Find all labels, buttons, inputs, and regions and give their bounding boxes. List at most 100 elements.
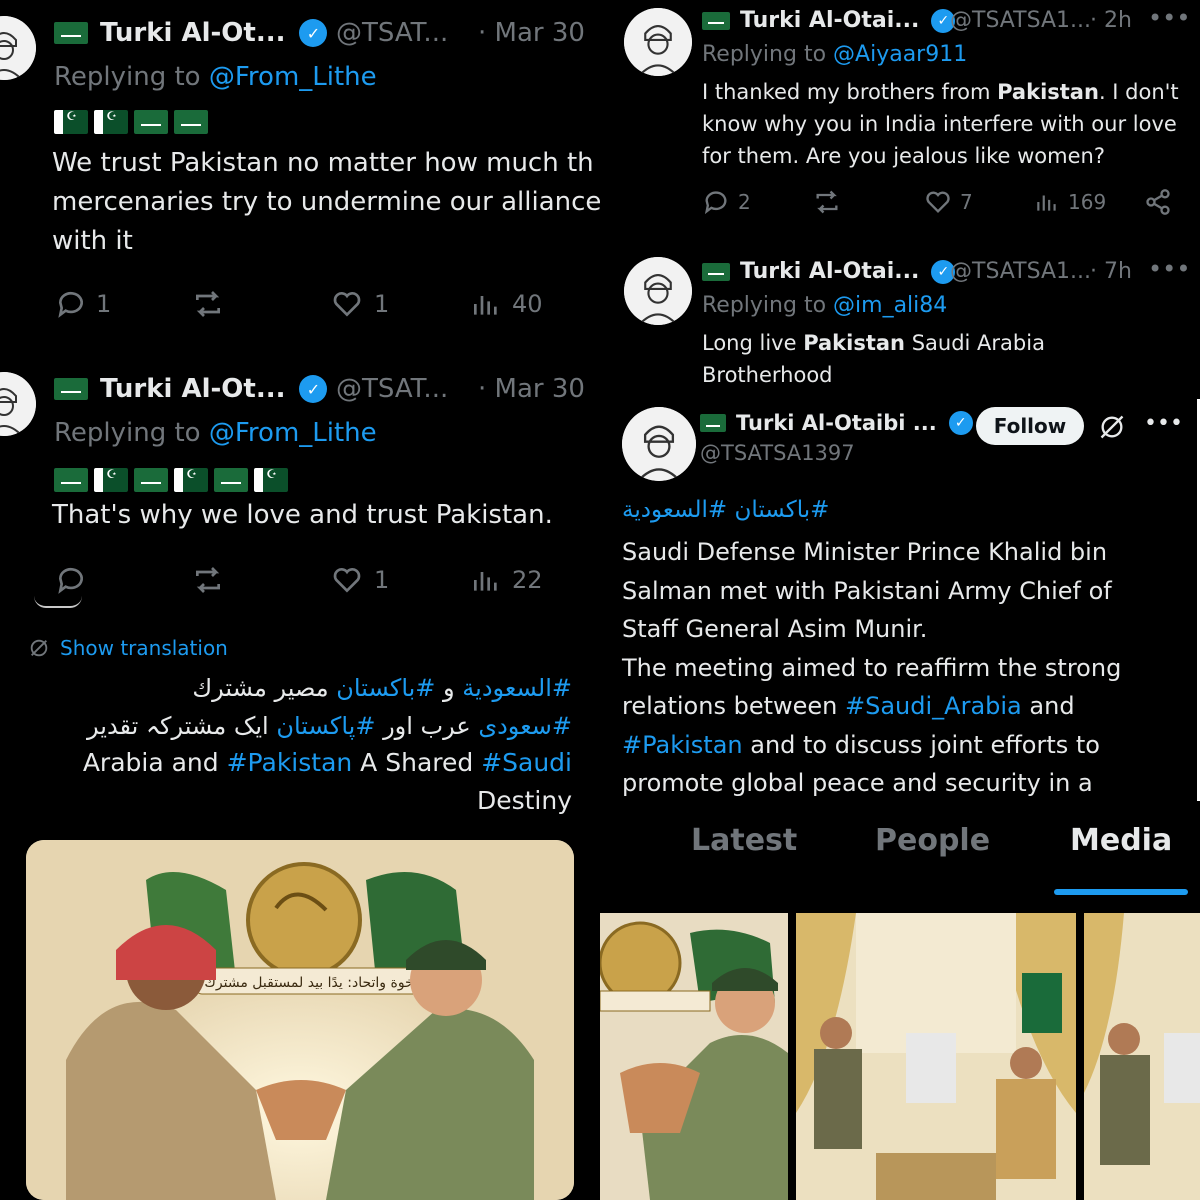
divider-curve [34,596,82,608]
media-thumb-2[interactable] [796,913,1076,1200]
replying-to: Replying to @im_ali84 [702,293,948,318]
saudi-flag-icon [700,414,726,432]
replying-to: Replying to @Aiyaar911 [702,42,968,67]
avatar[interactable] [624,8,692,76]
english-line-3: Arabia and #Pakistan A Shared #Saudi [82,748,572,777]
media-thumb-1[interactable] [600,913,788,1200]
handshake-illustration: أخوة واتحاد: يدًا بيد لمستقبل مشترك [26,840,574,1200]
reply-icon [58,291,83,318]
pakistan-flag-icon [94,468,128,492]
urdu-line-2: #سعودی عرب اور #پاکستان ایک مشترکہ تقدیر [87,712,572,740]
tab-latest[interactable]: Latest [691,823,797,858]
avatar[interactable] [624,257,692,325]
reply-button[interactable] [54,564,88,596]
author-handle: @TSAT... [336,18,449,48]
tweet-text: That's why we love and trust Pakistan. [52,500,553,530]
share-button[interactable] [1144,188,1172,216]
meeting-photo-thumbnail [1084,913,1200,1200]
tweet-card-4[interactable]: Turki Al-Otai... ✓ @TSATSA1... · 7h ••• … [604,241,1200,399]
replying-to-link[interactable]: @Aiyaar911 [833,42,967,67]
views-button[interactable]: 40 [470,288,543,320]
repost-button[interactable] [812,188,842,216]
saudi-flag-icon [214,468,248,492]
more-options-icon[interactable]: ••• [1144,411,1183,436]
heart-icon [333,568,361,593]
tweet-time[interactable]: · Mar 30 [478,18,585,48]
active-tab-indicator [1054,889,1188,895]
replying-to: Replying to @From_Lithe [54,418,377,448]
saudi-flag-icon [134,468,168,492]
replying-to-link[interactable]: @From_Lithe [209,418,377,448]
pakistan-flag-icon [54,110,88,134]
show-translation-link[interactable]: Show translation [28,636,228,660]
avatar[interactable] [622,407,696,481]
avatar[interactable] [0,372,36,436]
heart-icon [333,292,361,317]
meeting-photo-thumbnail [796,913,1076,1200]
tweet-time[interactable]: · Mar 30 [478,374,585,404]
tab-people[interactable]: People [875,823,990,858]
reply-icon [58,567,83,594]
avatar[interactable] [0,16,36,80]
media-thumb-3[interactable] [1084,913,1200,1200]
saudi-flag-icon [134,110,168,134]
replying-to: Replying to @From_Lithe [54,62,377,92]
tweet-text: I thanked my brothers from Pakistan. I d… [702,80,1179,168]
reply-button[interactable]: 1 [54,288,111,320]
tweet-image-handshake[interactable]: أخوة واتحاد: يدًا بيد لمستقبل مشترك [26,840,574,1200]
repost-icon [196,291,220,317]
repost-icon [816,190,838,214]
flag-emojis [54,468,288,492]
author-handle: @TSAT... [336,374,449,404]
tab-media[interactable]: Media [1070,823,1172,858]
verified-badge-icon: ✓ [299,19,328,47]
grok-icon[interactable] [1098,413,1126,445]
replying-to-link[interactable]: @From_Lithe [209,62,377,92]
author-name[interactable]: Turki Al-Otai... ✓ [702,8,956,33]
repost-button[interactable] [190,564,226,596]
tweet-card-1[interactable]: Turki Al-Ot... ✓ @TSAT... · Mar 30 Reply… [0,0,600,345]
views-icon [1037,195,1056,211]
hashtags-arabic[interactable]: #باكستان #السعودية [622,497,829,523]
saudi-flag-icon [702,262,730,281]
views-button[interactable]: 169 [1034,188,1106,216]
author-handle: @TSATSA1397 [700,441,855,465]
tweet-card-5[interactable]: Turki Al-Otaibi ... ✓ Follow ••• @TSATSA… [604,399,1200,801]
like-button[interactable]: 1 [330,288,389,320]
reply-button[interactable]: 2 [702,188,751,216]
tweet-time[interactable]: · 2h [1090,8,1132,33]
handshake-thumbnail [600,913,788,1200]
follow-button[interactable]: Follow [976,407,1084,445]
heart-icon [926,191,950,213]
tweet-card-3[interactable]: Turki Al-Otai... ✓ @TSATSA1... · 2h ••• … [604,0,1200,237]
verified-badge-icon: ✓ [299,375,328,403]
author-handle: @TSATSA1... [950,259,1091,284]
saudi-flag-icon [54,22,88,44]
author-name[interactable]: Turki Al-Otaibi ... ✓ [700,411,973,435]
tweet-text: Saudi Defense Minister Prince Khalid bin… [622,538,1122,797]
verified-badge-icon: ✓ [948,411,973,435]
replying-to-link[interactable]: @im_ali84 [833,293,947,318]
translate-icon [30,639,48,657]
author-name[interactable]: Turki Al-Ot... ✓ [54,374,328,404]
more-options-icon[interactable]: ••• [1148,4,1190,32]
tweet-text: Long live Pakistan Saudi Arabia Brotherh… [702,331,1045,387]
views-icon [474,296,497,315]
repost-button[interactable] [190,288,226,320]
views-icon [474,572,497,591]
flag-emojis [54,110,208,134]
tweet-time[interactable]: · 7h [1090,259,1132,284]
views-button[interactable]: 22 [470,564,543,596]
like-button[interactable]: 1 [330,564,389,596]
tweet-card-2[interactable]: Turki Al-Ot... ✓ @TSAT... · Mar 30 Reply… [0,348,600,1200]
tweet-text: We trust Pakistan no matter how much th … [52,148,600,256]
share-icon [1146,189,1170,215]
author-name[interactable]: Turki Al-Ot... ✓ [54,18,328,48]
author-name[interactable]: Turki Al-Otai... ✓ [702,259,956,284]
saudi-flag-icon [174,110,208,134]
pakistan-flag-icon [174,468,208,492]
more-options-icon[interactable]: ••• [1148,255,1190,283]
english-line-4: Destiny [476,786,572,815]
like-button[interactable]: 7 [924,188,973,216]
pakistan-flag-icon [94,110,128,134]
